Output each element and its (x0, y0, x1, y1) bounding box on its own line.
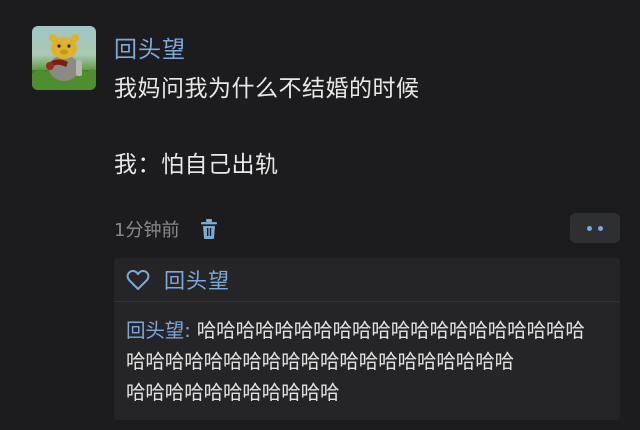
post-timestamp: 1分钟前 (114, 220, 180, 241)
moment-post: 回头望 我妈问我为什么不结婚的时候 我：怕自己出轨 1分钟前 回头望 回头望: … (0, 0, 640, 430)
comment-author[interactable]: 回头望 (126, 319, 184, 342)
more-dots-icon[interactable] (570, 213, 620, 243)
avatar[interactable] (32, 26, 96, 90)
like-user-name[interactable]: 回头望 (164, 265, 230, 295)
comment-text: 哈哈哈哈哈哈哈哈哈哈哈 (126, 381, 340, 404)
trash-icon[interactable] (199, 218, 219, 240)
likes-row: 回头望 (114, 258, 620, 302)
comment-text: 哈哈哈哈哈哈哈哈哈哈哈哈哈哈哈哈哈哈哈哈 (126, 350, 515, 373)
post-author[interactable]: 回头望 (114, 30, 186, 64)
comment-item[interactable]: 回头望: 哈哈哈哈哈哈哈哈哈哈哈哈哈哈哈哈哈哈哈哈 哈哈哈哈哈哈哈哈哈哈哈哈哈哈… (114, 302, 620, 408)
avatar-image (32, 34, 96, 90)
post-content-line: 我：怕自己出轨 (114, 152, 279, 178)
comment-line: 回头望: 哈哈哈哈哈哈哈哈哈哈哈哈哈哈哈哈哈哈哈哈 (126, 315, 620, 346)
feedback-panel: 回头望 回头望: 哈哈哈哈哈哈哈哈哈哈哈哈哈哈哈哈哈哈哈哈 哈哈哈哈哈哈哈哈哈哈… (114, 258, 620, 420)
post-meta: 1分钟前 (114, 216, 219, 242)
post-content: 我妈问我为什么不结婚的时候 我：怕自己出轨 (114, 72, 420, 182)
post-content-line: 我妈问我为什么不结婚的时候 (114, 76, 420, 102)
more-dot (587, 225, 592, 231)
comment-separator: : (184, 319, 197, 342)
comment-text: 哈哈哈哈哈哈哈哈哈哈哈哈哈哈哈哈哈哈哈哈 (196, 319, 585, 342)
more-dot (598, 225, 603, 231)
heart-outline-icon (126, 269, 150, 291)
